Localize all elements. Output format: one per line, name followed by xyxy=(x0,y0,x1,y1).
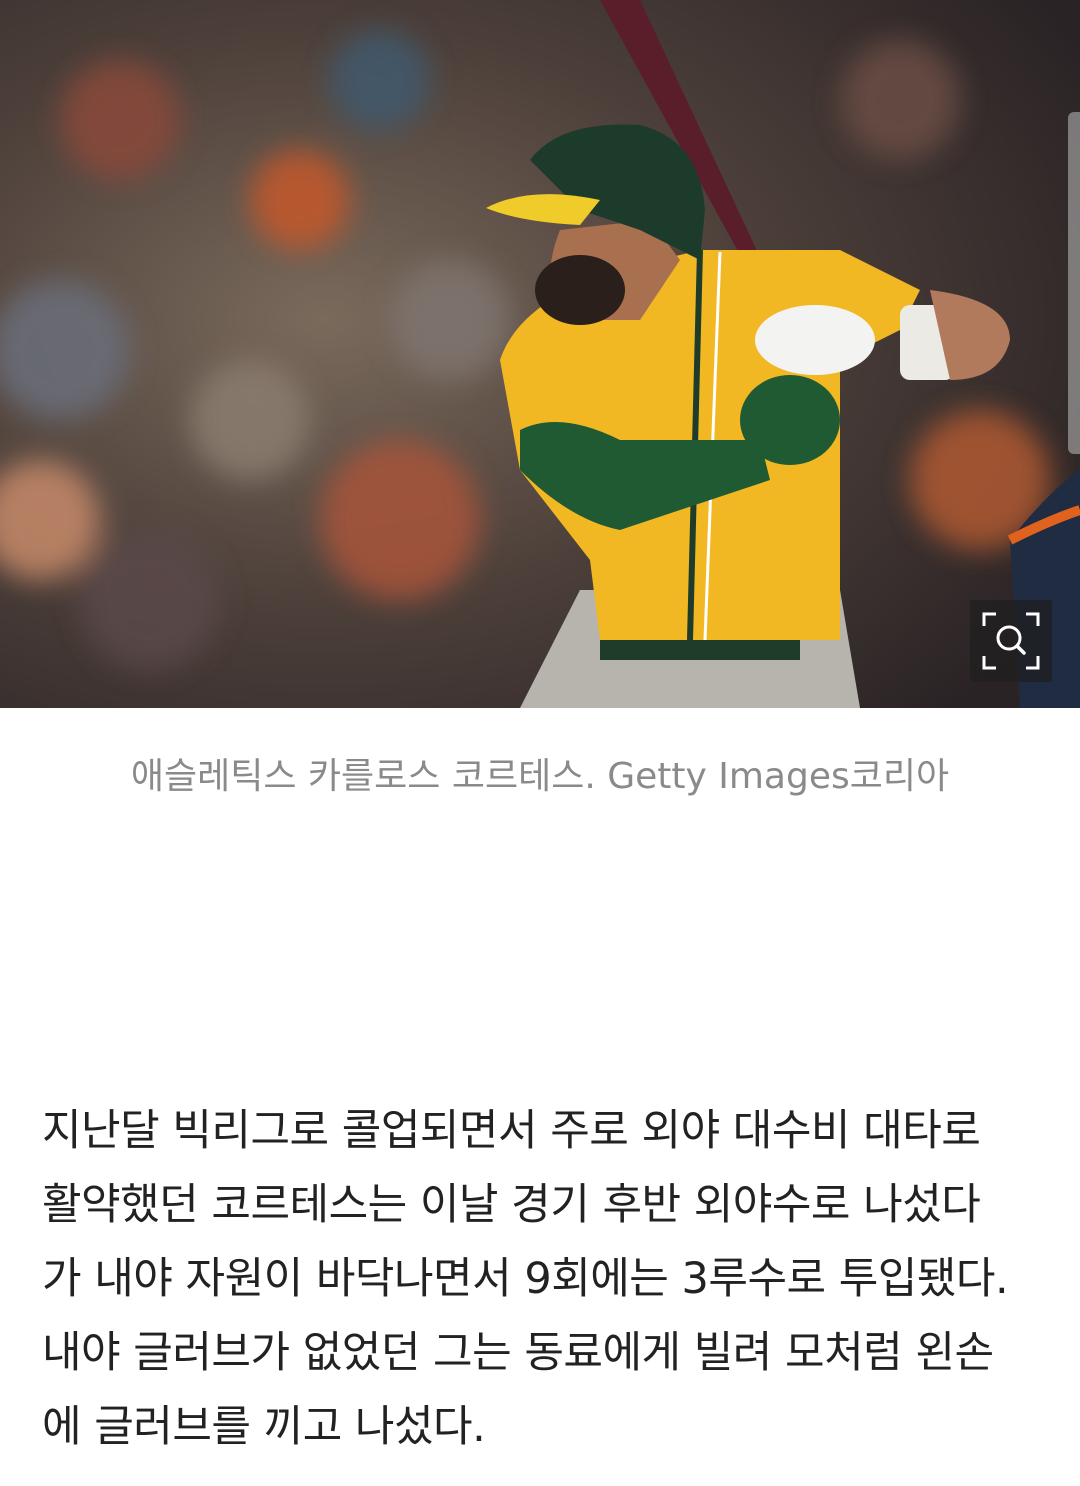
batter-illustration xyxy=(0,0,1080,708)
scrollbar-thumb[interactable] xyxy=(1068,112,1080,454)
article-photo xyxy=(0,0,1080,708)
article-line: 가 내야 자원이 바닥나면서 9회에는 3루수로 투입됐다. xyxy=(42,1254,1009,1304)
article-line: 활약했던 코르테스는 이날 경기 후반 외야수로 나섰다 xyxy=(42,1180,981,1230)
article-line: 에 글러브를 끼고 나섰다. xyxy=(42,1402,486,1452)
photo-caption: 애슬레틱스 카를로스 코르테스. Getty Images코리아 xyxy=(130,756,950,797)
article-line: 내야 글러브가 없었던 그는 동료에게 빌려 모처럼 왼손 xyxy=(42,1328,994,1378)
article-body: 지난달 빅리그로 콜업되면서 주로 외야 대수비 대타로 활약했던 코르테스는 … xyxy=(42,1094,1042,1464)
article-line: 지난달 빅리그로 콜업되면서 주로 외야 대수비 대타로 xyxy=(42,1106,981,1156)
image-zoom-button[interactable] xyxy=(970,600,1052,682)
zoom-magnifier-icon xyxy=(982,612,1040,670)
